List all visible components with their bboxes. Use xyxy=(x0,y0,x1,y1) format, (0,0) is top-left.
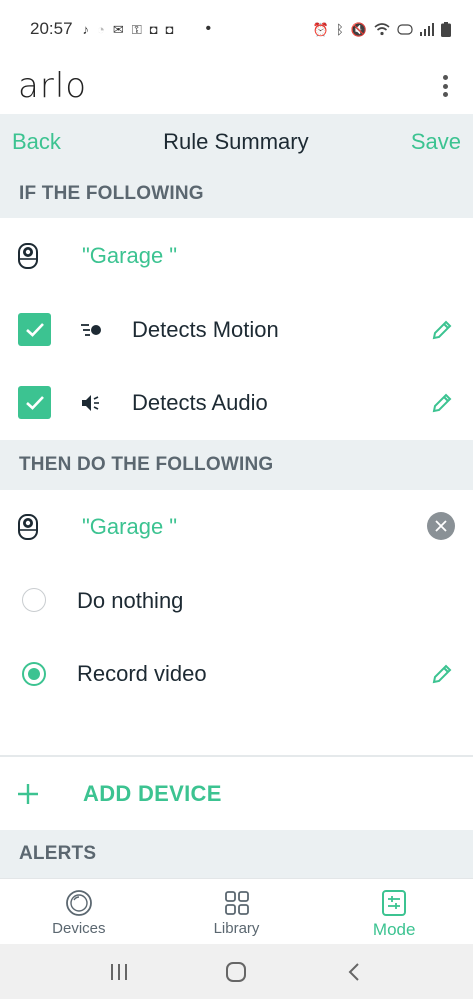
instagram-icon: ◘ xyxy=(149,21,158,37)
save-button[interactable]: Save xyxy=(411,129,461,155)
nav-library-label: Library xyxy=(213,920,260,937)
audio-checkbox[interactable] xyxy=(18,386,51,419)
nav-mode-label: Mode xyxy=(372,920,416,939)
battery-icon xyxy=(441,21,451,37)
back-nav-button[interactable] xyxy=(339,957,369,987)
volte-icon xyxy=(397,23,413,35)
then-section-header: THEN DO THE FOLLOWING xyxy=(0,440,473,490)
add-device-button[interactable]: ADD DEVICE xyxy=(0,758,473,830)
system-nav-bar xyxy=(0,944,473,999)
camera-icon xyxy=(18,243,38,269)
motion-label: Detects Motion xyxy=(132,317,279,342)
rule-nav-header: Back Rule Summary Save xyxy=(0,114,473,170)
home-icon xyxy=(226,961,247,982)
do-nothing-radio[interactable] xyxy=(22,588,46,612)
status-dot: • xyxy=(205,20,212,37)
back-arrow-icon xyxy=(348,962,359,981)
then-device-name: "Garage " xyxy=(82,514,178,539)
plus-icon xyxy=(18,784,38,804)
divider xyxy=(0,755,473,757)
signal-icon xyxy=(420,22,434,36)
edit-audio-icon[interactable] xyxy=(431,392,453,414)
nav-library[interactable]: Library xyxy=(158,879,316,944)
add-device-label: ADD DEVICE xyxy=(83,781,222,806)
nav-devices[interactable]: Devices xyxy=(0,879,158,944)
trigger-row-audio: Detects Audio xyxy=(0,366,473,440)
record-video-radio[interactable] xyxy=(22,662,46,686)
nav-mode[interactable]: Mode xyxy=(315,879,473,944)
close-icon xyxy=(435,520,447,532)
status-bar: 20:57 ♪ ◔ ✉ ⚿ ◘ ◘ • ⏰ ᛒ 🔇 xyxy=(0,0,473,58)
clock-icon: ◔ xyxy=(97,21,105,37)
remove-device-button[interactable] xyxy=(427,512,455,540)
back-button[interactable]: Back xyxy=(12,129,61,155)
devices-icon xyxy=(65,890,92,916)
instagram-icon: ◘ xyxy=(165,21,174,37)
mail-icon: ✉ xyxy=(112,21,124,37)
library-icon xyxy=(224,891,249,915)
do-nothing-label: Do nothing xyxy=(77,588,184,613)
home-button[interactable] xyxy=(221,957,251,987)
audio-label: Detects Audio xyxy=(132,390,268,415)
tiktok-icon: ♪ xyxy=(82,21,90,37)
notification-icons: ♪ ◔ ✉ ⚿ ◘ ◘ xyxy=(83,23,174,36)
audio-icon xyxy=(82,395,99,411)
then-device-row[interactable]: "Garage " xyxy=(0,490,473,564)
wifi-icon xyxy=(374,22,390,35)
checkmark-icon xyxy=(25,322,44,337)
app-bar: arlo xyxy=(0,58,473,114)
action-row-record-video[interactable]: Record video xyxy=(0,638,473,710)
overflow-menu-icon[interactable] xyxy=(435,73,455,99)
page-title: Rule Summary xyxy=(163,129,309,154)
motion-icon xyxy=(81,324,101,336)
nav-devices-label: Devices xyxy=(52,920,106,937)
system-icons: ⏰ ᛒ 🔇 xyxy=(312,21,451,37)
status-time: 20:57 xyxy=(30,19,73,38)
motion-checkbox[interactable] xyxy=(18,313,51,346)
if-device-row[interactable]: "Garage " xyxy=(0,218,473,294)
if-device-name: "Garage " xyxy=(82,243,178,268)
trigger-row-motion: Detects Motion xyxy=(0,294,473,366)
key-icon: ⚿ xyxy=(131,21,142,37)
action-row-do-nothing[interactable]: Do nothing xyxy=(0,564,473,638)
camera-icon xyxy=(18,514,38,540)
record-video-label: Record video xyxy=(77,661,207,686)
recent-apps-icon xyxy=(110,963,127,980)
recent-apps-button[interactable] xyxy=(104,957,134,987)
edit-record-video-icon[interactable] xyxy=(431,663,453,685)
mode-icon xyxy=(382,890,407,916)
bluetooth-icon: ᛒ xyxy=(336,21,344,37)
arlo-logo: arlo xyxy=(18,66,88,106)
alarm-icon: ⏰ xyxy=(312,21,329,37)
mute-icon: 🔇 xyxy=(350,21,367,37)
bottom-nav: Devices Library Mode xyxy=(0,878,473,944)
edit-motion-icon[interactable] xyxy=(431,319,453,341)
checkmark-icon xyxy=(25,395,44,410)
if-section-header: IF THE FOLLOWING xyxy=(0,170,473,218)
alerts-section-header: ALERTS xyxy=(0,830,473,878)
